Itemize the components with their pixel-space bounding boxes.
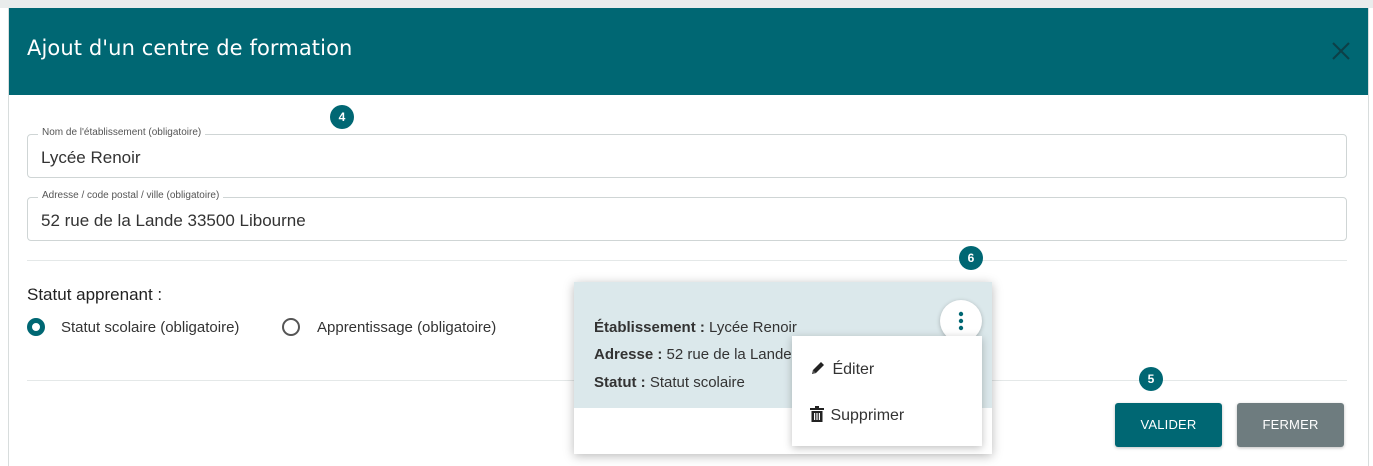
address-field[interactable]: Adresse / code postal / ville (obligatoi…: [27, 190, 1347, 241]
card-status-key: Statut :: [594, 374, 646, 391]
validate-button[interactable]: VALIDER: [1115, 403, 1222, 447]
close-icon[interactable]: [1330, 40, 1352, 62]
radio-school-status-label[interactable]: Statut scolaire (obligatoire): [61, 319, 239, 336]
address-value: 52 rue de la Lande 33500 Libourne: [41, 211, 306, 230]
card-actions-menu: Éditer Supprimer: [792, 336, 982, 446]
card-establishment-key: Établissement :: [594, 319, 705, 336]
modal-header: Ajout d'un centre de formation: [9, 8, 1368, 95]
menu-item-edit-label: Éditer: [832, 361, 875, 378]
card-status: Statut : Statut scolaire: [594, 374, 745, 391]
card-status-value: Statut scolaire: [649, 374, 745, 391]
establishment-name-label: Nom de l'établissement (obligatoire): [38, 127, 206, 138]
trash-icon: [810, 406, 824, 422]
radio-school-status[interactable]: [27, 318, 45, 336]
learner-status-heading: Statut apprenant :: [27, 285, 163, 304]
menu-item-edit[interactable]: Éditer: [810, 360, 874, 379]
background-strip: [0, 0, 1373, 8]
close-button[interactable]: FERMER: [1237, 403, 1344, 447]
step-badge-4: 4: [330, 105, 354, 129]
card-address-key: Adresse :: [594, 346, 663, 363]
step-badge-5: 5: [1139, 367, 1163, 391]
radio-apprenticeship-label[interactable]: Apprentissage (obligatoire): [317, 319, 496, 336]
menu-item-delete-label: Supprimer: [830, 407, 905, 424]
establishment-name-value: Lycée Renoir: [41, 148, 141, 167]
card-establishment: Établissement : Lycée Renoir: [594, 319, 797, 336]
card-address-value: 52 rue de la Lande: [666, 346, 792, 363]
card-establishment-value: Lycée Renoir: [709, 319, 797, 336]
modal-title: Ajout d'un centre de formation: [27, 36, 353, 60]
menu-item-delete[interactable]: Supprimer: [810, 406, 904, 425]
establishment-name-field[interactable]: Nom de l'établissement (obligatoire) Lyc…: [27, 127, 1347, 178]
section-divider: [27, 260, 1347, 261]
step-badge-6: 6: [959, 246, 983, 270]
card-address: Adresse : 52 rue de la Lande: [594, 346, 792, 363]
radio-apprenticeship[interactable]: [282, 318, 300, 336]
add-training-center-modal: Ajout d'un centre de formation 4 Nom de …: [8, 8, 1369, 466]
pencil-icon: [812, 362, 824, 374]
address-label: Adresse / code postal / ville (obligatoi…: [38, 190, 224, 201]
